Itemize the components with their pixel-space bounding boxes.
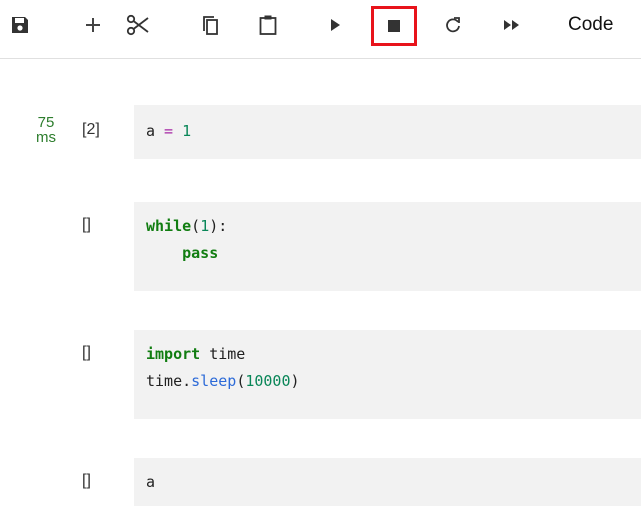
code-token: a xyxy=(146,473,156,491)
notebook-toolbar: Code xyxy=(0,0,641,52)
code-token: 10000 xyxy=(245,372,291,390)
cell-type-select[interactable]: Code xyxy=(568,12,613,38)
code-token: ): xyxy=(209,217,228,235)
toolbar-divider xyxy=(0,58,641,59)
code-editor[interactable]: a xyxy=(134,458,641,506)
code-token: while xyxy=(146,217,192,235)
stop-button[interactable] xyxy=(371,6,417,46)
code-line: a xyxy=(146,469,641,496)
code-token: pass xyxy=(146,244,219,262)
notebook-cell[interactable]: [] import time time.sleep(10000) xyxy=(0,330,641,419)
code-token: sleep xyxy=(191,372,237,390)
notebook-cell[interactable]: 75 ms [2] a = 1 xyxy=(0,105,641,159)
run-button[interactable] xyxy=(324,10,346,40)
code-token: = xyxy=(155,122,183,140)
code-line: time.sleep(10000) xyxy=(146,368,641,395)
cut-button[interactable] xyxy=(123,10,153,40)
code-line: a = 1 xyxy=(146,118,641,145)
run-icon xyxy=(328,17,342,33)
code-editor[interactable]: import time time.sleep(10000) xyxy=(134,330,641,419)
code-token: 1 xyxy=(182,122,192,140)
copy-icon xyxy=(200,14,220,36)
add-cell-button[interactable] xyxy=(80,10,106,40)
code-token: time xyxy=(200,345,246,363)
stop-icon xyxy=(387,19,401,33)
code-token: ( xyxy=(236,372,246,390)
notebook-cell[interactable]: [] while(1): pass xyxy=(0,202,641,291)
run-all-button[interactable] xyxy=(499,10,525,40)
cell-prompt: [] xyxy=(82,344,91,361)
cut-icon xyxy=(126,14,150,36)
cell-prompt: [2] xyxy=(82,121,100,138)
code-line: pass xyxy=(146,240,641,267)
copy-button[interactable] xyxy=(197,10,223,40)
code-line: while(1): xyxy=(146,213,641,240)
add-icon xyxy=(84,16,102,34)
code-token: time. xyxy=(146,372,192,390)
execution-time-value: 75 xyxy=(37,114,55,131)
code-token: import xyxy=(146,345,201,363)
save-button[interactable] xyxy=(6,10,34,40)
code-token: ( xyxy=(191,217,201,235)
cell-prompt: [] xyxy=(82,216,91,233)
restart-button[interactable] xyxy=(441,10,465,40)
paste-button[interactable] xyxy=(255,10,281,40)
notebook-cell[interactable]: [] a xyxy=(0,458,641,506)
cell-prompt: [] xyxy=(82,472,91,489)
run-all-icon xyxy=(502,18,522,32)
execution-time: 75 ms xyxy=(36,115,56,145)
code-editor[interactable]: a = 1 xyxy=(134,105,641,159)
paste-icon xyxy=(258,14,278,36)
execution-time-unit: ms xyxy=(36,129,56,146)
code-token: ) xyxy=(290,372,300,390)
code-editor[interactable]: while(1): pass xyxy=(134,202,641,291)
restart-icon xyxy=(444,16,462,34)
save-icon xyxy=(10,15,30,35)
code-line: import time xyxy=(146,341,641,368)
code-token: 1 xyxy=(200,217,210,235)
code-token: a xyxy=(146,122,156,140)
